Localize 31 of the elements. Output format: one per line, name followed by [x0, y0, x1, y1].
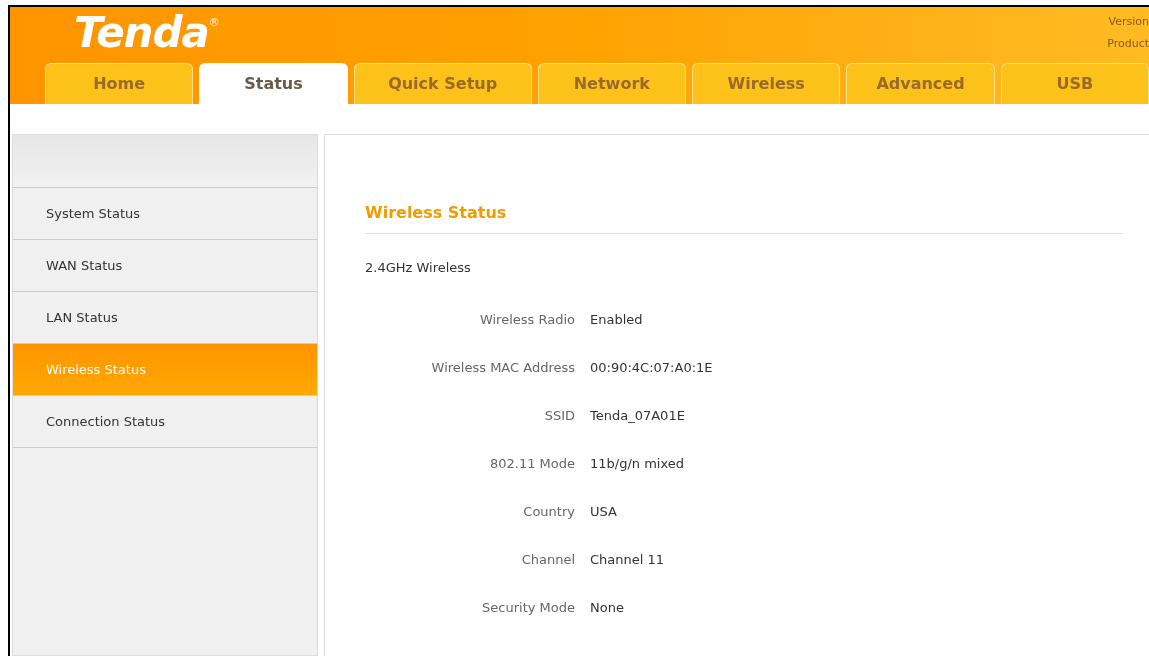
field-label: 802.11 Mode	[488, 455, 575, 474]
registered-mark: ®	[208, 15, 220, 31]
nav-tab[interactable]: USB	[1000, 63, 1149, 104]
header-info-text: Version	[1108, 14, 1149, 30]
nav-tab[interactable]: Wireless	[692, 63, 841, 104]
subsection-label: 2.4GHz Wireless	[365, 259, 472, 277]
field-value: 00:90:4C:07:A0:1E	[590, 359, 713, 378]
nav-tab[interactable]: Advanced	[846, 63, 995, 104]
field-label: SSID	[543, 407, 575, 426]
field-value: USA	[590, 503, 617, 522]
header-info-text: Product	[1107, 36, 1149, 52]
field-label: Country	[522, 503, 575, 522]
field-value: Channel 11	[590, 551, 665, 570]
field-label: Wireless Radio	[478, 311, 575, 330]
sidebar-item[interactable]: Connection Status	[13, 396, 317, 448]
section-title: Wireless Status	[365, 201, 1123, 234]
field-value: Enabled	[590, 311, 643, 330]
field-label: Channel	[520, 551, 575, 570]
sidebar-item[interactable]: WAN Status	[13, 240, 317, 292]
sidebar-item[interactable]: Wireless Status	[13, 344, 317, 396]
sidebar-item[interactable]: System Status	[13, 188, 317, 240]
field-value: Tenda_07A01E	[590, 407, 685, 426]
nav-tab[interactable]: Network	[537, 63, 686, 104]
field-label: Wireless MAC Address	[430, 359, 575, 378]
field-value: 11b/g/n mixed	[590, 455, 684, 474]
nav-tab[interactable]: Home	[45, 63, 194, 104]
nav-tab[interactable]: Status	[199, 63, 348, 104]
logo: Tenda	[74, 9, 209, 57]
field-label: Security Mode	[481, 599, 575, 618]
field-value: None	[590, 599, 624, 618]
nav-tab[interactable]: Quick Setup	[353, 63, 532, 104]
